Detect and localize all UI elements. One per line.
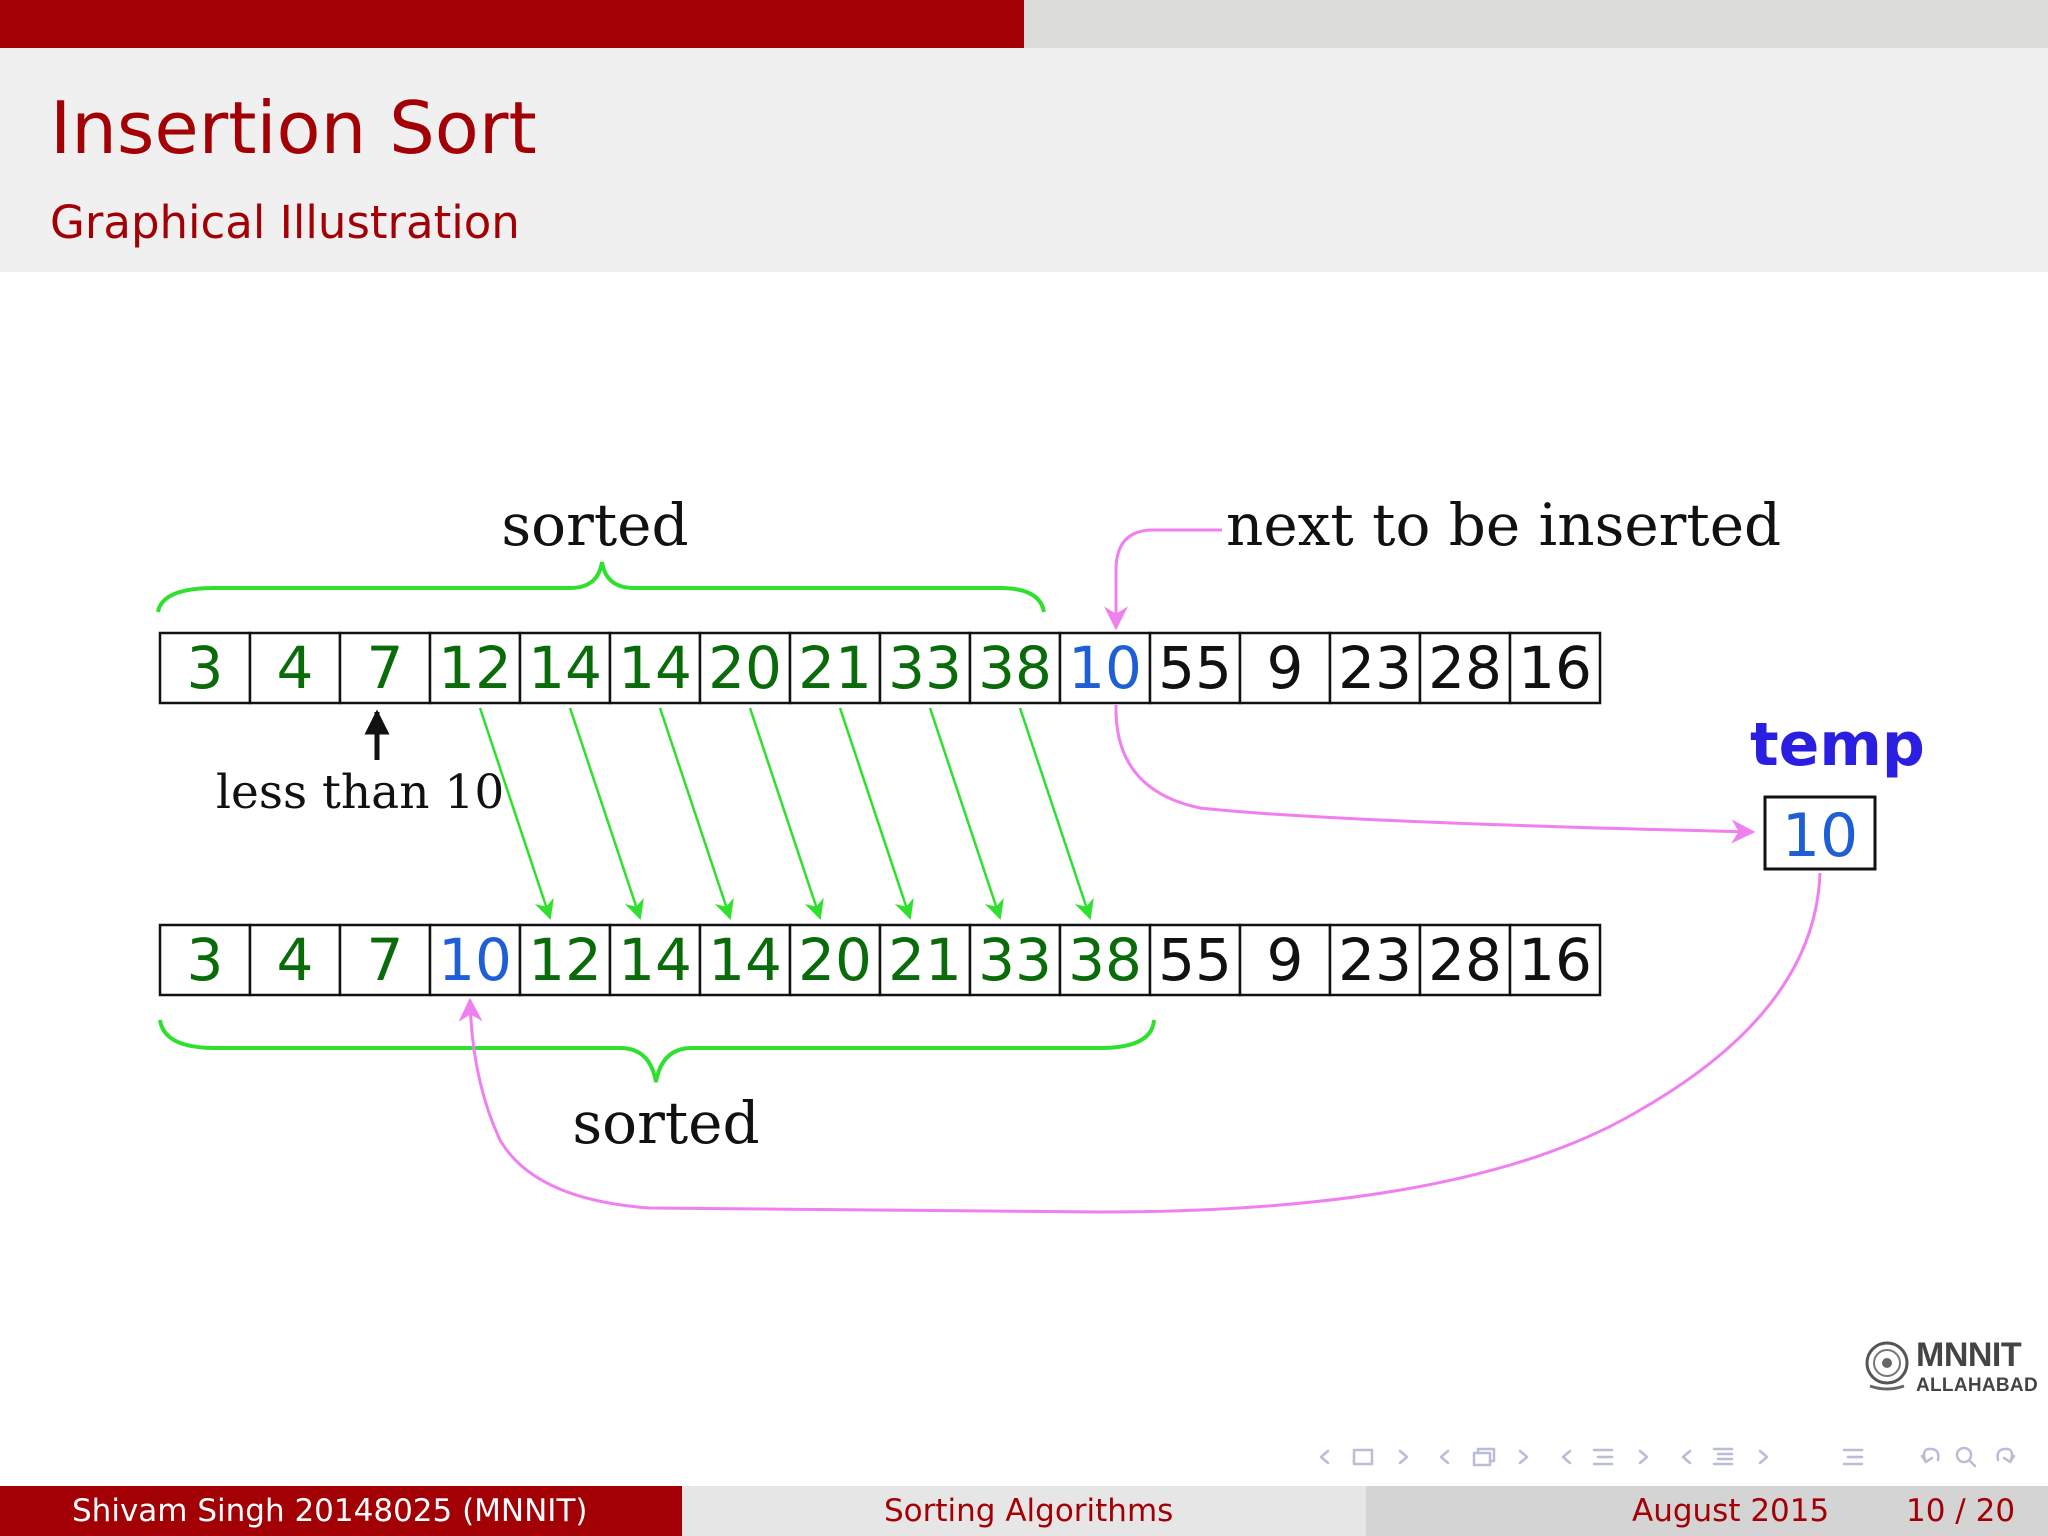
nav-subsection-prev-icon (1439, 1449, 1450, 1465)
footer-topic: Sorting Algorithms (884, 1493, 1174, 1529)
array-cell-value: 12 (438, 634, 512, 702)
array-cell-value: 55 (1158, 926, 1232, 994)
next-to-insert-arrow (1104, 528, 1222, 631)
nav-subsection-icons[interactable] (1439, 1447, 1529, 1467)
shift-arrow (928, 707, 1004, 920)
nav-frame-icons[interactable] (1319, 1448, 1409, 1466)
array-cell-value: 28 (1428, 926, 1502, 994)
shift-arrow (838, 707, 914, 920)
array-cell-value: 28 (1428, 634, 1502, 702)
nav-frame-icon (1352, 1448, 1374, 1466)
beamer-navigation-bar (1319, 1446, 2016, 1468)
array-cell-value: 33 (888, 634, 962, 702)
nav-subsection-icon (1472, 1451, 1492, 1467)
bottom-array-row: 3 4 7 10 12 14 14 20 21 33 38 55 9 23 28 16 (158, 923, 1602, 997)
nav-document-prev-icon (1681, 1449, 1692, 1465)
less-than-label: less than 10 (216, 765, 504, 820)
array-cell-value: 55 (1158, 634, 1232, 702)
nav-section-prev-icon (1561, 1449, 1572, 1465)
nav-back-icon (1920, 1447, 1940, 1464)
next-to-insert-label: next to be inserted (1226, 491, 1781, 559)
array-cell-value: 21 (888, 926, 962, 994)
nav-subsection-next-icon (1518, 1449, 1529, 1465)
array-cell-value: 7 (367, 926, 404, 994)
temp-value: 10 (1782, 801, 1858, 871)
top-sorted-label: sorted (501, 491, 688, 559)
nav-section-icon (1592, 1448, 1614, 1466)
nav-outline-icon (1842, 1448, 1864, 1466)
array-cell-value: 7 (367, 634, 404, 702)
shift-arrows (478, 707, 1094, 920)
array-cell-value: 20 (708, 634, 782, 702)
institute-seal-icon (1865, 1341, 1909, 1391)
top-array-row: 3 4 7 12 14 14 20 21 33 38 10 55 9 23 28 16 (158, 631, 1602, 705)
shift-arrow (658, 707, 734, 920)
bottom-sorted-label: sorted (572, 1089, 759, 1157)
footer-date-section: August 2015 10 / 20 (1366, 1486, 2048, 1536)
nav-section-icons[interactable] (1561, 1448, 1649, 1466)
array-cell-value: 3 (187, 634, 224, 702)
footer-topic-section: Sorting Algorithms (682, 1486, 1366, 1536)
shift-arrow (568, 707, 644, 920)
logo-subtitle: ALLAHABAD (1916, 1375, 2038, 1396)
shift-arrow (748, 707, 824, 920)
array-cell-value: 10 (1068, 634, 1142, 702)
array-cell-value: 23 (1338, 634, 1412, 702)
to-temp-arrow (1114, 704, 1756, 844)
mnnit-logo: MNNIT ALLAHABAD (1864, 1336, 2038, 1398)
temp-label: temp (1750, 710, 1925, 780)
array-cell-value: 14 (528, 634, 602, 702)
nav-forward-icon (1996, 1447, 2016, 1464)
nav-frame-prev-icon (1319, 1449, 1330, 1465)
logo-name: MNNIT (1916, 1336, 2022, 1374)
array-cell-value: 20 (798, 926, 872, 994)
nav-document-icons[interactable] (1681, 1447, 1769, 1466)
array-cell-value: 38 (978, 634, 1052, 702)
shift-arrow (1018, 707, 1094, 920)
array-cell-value: 21 (798, 634, 872, 702)
footer-date: August 2015 (1632, 1493, 1830, 1529)
nav-document-icon (1712, 1447, 1734, 1466)
top-sorted-brace (156, 561, 1046, 613)
array-cell-value: 14 (708, 926, 782, 994)
footer-author-section: Shivam Singh 20148025 (MNNIT) (0, 1486, 682, 1536)
array-cell-value: 12 (528, 926, 602, 994)
array-cell-value: 14 (618, 926, 692, 994)
array-cell-value: 16 (1518, 926, 1592, 994)
array-cell-value: 23 (1338, 926, 1412, 994)
array-cell-value: 4 (277, 634, 314, 702)
insertion-sort-diagram: sorted sorted next to be inserted less t… (156, 491, 1925, 1214)
array-cell-value: 4 (277, 926, 314, 994)
footer-page-number: 10 / 20 (1906, 1493, 2016, 1529)
footer-author: Shivam Singh 20148025 (MNNIT) (72, 1493, 588, 1529)
array-cell-value: 10 (438, 926, 512, 994)
array-cell-value: 9 (1267, 926, 1304, 994)
nav-frame-next-icon (1398, 1449, 1409, 1465)
slide-footer: Shivam Singh 20148025 (MNNIT) Sorting Al… (0, 1486, 2048, 1536)
array-cell-value: 14 (618, 634, 692, 702)
array-cell-value: 38 (1068, 926, 1142, 994)
array-cell-value: 9 (1267, 634, 1304, 702)
bottom-sorted-brace (158, 1019, 1156, 1083)
nav-document-next-icon (1758, 1449, 1769, 1465)
array-cell-value: 33 (978, 926, 1052, 994)
array-cell-value: 16 (1518, 634, 1592, 702)
array-cell-value: 3 (187, 926, 224, 994)
nav-section-next-icon (1638, 1449, 1649, 1465)
